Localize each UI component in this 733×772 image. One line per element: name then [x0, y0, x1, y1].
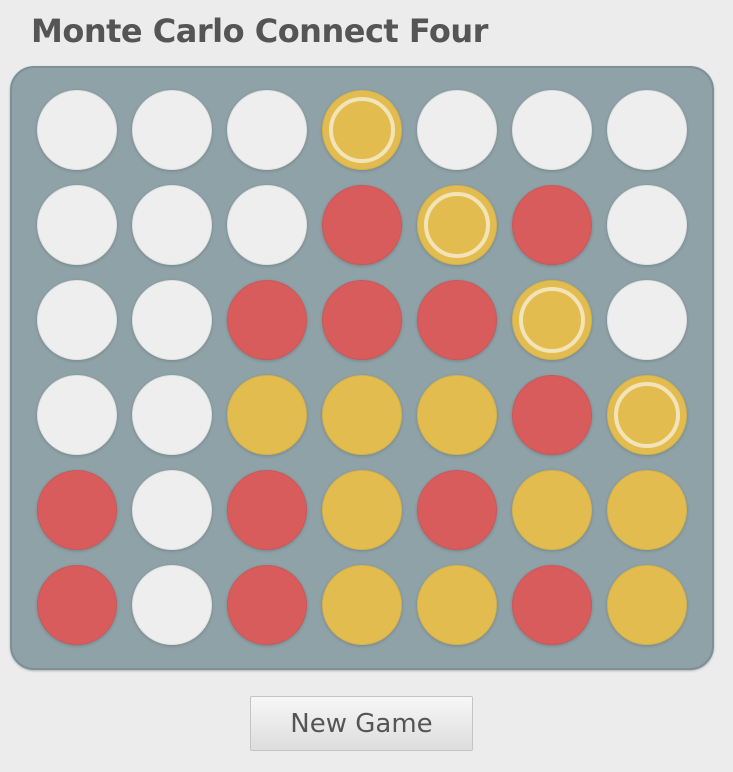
empty-slot[interactable]: [227, 90, 307, 170]
red-disc[interactable]: [417, 280, 497, 360]
empty-slot[interactable]: [132, 470, 212, 550]
page-title: Monte Carlo Connect Four: [31, 12, 488, 50]
yellow-disc[interactable]: [417, 375, 497, 455]
empty-slot[interactable]: [37, 280, 117, 360]
yellow-disc[interactable]: [512, 280, 592, 360]
game-board[interactable]: [10, 66, 714, 670]
red-disc[interactable]: [512, 565, 592, 645]
empty-slot[interactable]: [132, 565, 212, 645]
yellow-disc[interactable]: [607, 565, 687, 645]
empty-slot[interactable]: [132, 375, 212, 455]
red-disc[interactable]: [227, 470, 307, 550]
yellow-disc[interactable]: [322, 470, 402, 550]
yellow-disc[interactable]: [417, 185, 497, 265]
empty-slot[interactable]: [132, 90, 212, 170]
empty-slot[interactable]: [417, 90, 497, 170]
yellow-disc[interactable]: [322, 565, 402, 645]
red-disc[interactable]: [322, 280, 402, 360]
red-disc[interactable]: [417, 470, 497, 550]
empty-slot[interactable]: [607, 280, 687, 360]
empty-slot[interactable]: [37, 185, 117, 265]
yellow-disc[interactable]: [322, 90, 402, 170]
empty-slot[interactable]: [607, 90, 687, 170]
yellow-disc[interactable]: [607, 470, 687, 550]
empty-slot[interactable]: [37, 375, 117, 455]
empty-slot[interactable]: [37, 90, 117, 170]
empty-slot[interactable]: [512, 90, 592, 170]
red-disc[interactable]: [227, 280, 307, 360]
red-disc[interactable]: [227, 565, 307, 645]
empty-slot[interactable]: [132, 280, 212, 360]
red-disc[interactable]: [322, 185, 402, 265]
new-game-button[interactable]: New Game: [250, 696, 473, 751]
yellow-disc[interactable]: [227, 375, 307, 455]
red-disc[interactable]: [512, 375, 592, 455]
empty-slot[interactable]: [132, 185, 212, 265]
yellow-disc[interactable]: [512, 470, 592, 550]
red-disc[interactable]: [37, 470, 117, 550]
empty-slot[interactable]: [227, 185, 307, 265]
empty-slot[interactable]: [607, 185, 687, 265]
red-disc[interactable]: [37, 565, 117, 645]
yellow-disc[interactable]: [322, 375, 402, 455]
yellow-disc[interactable]: [607, 375, 687, 455]
yellow-disc[interactable]: [417, 565, 497, 645]
red-disc[interactable]: [512, 185, 592, 265]
